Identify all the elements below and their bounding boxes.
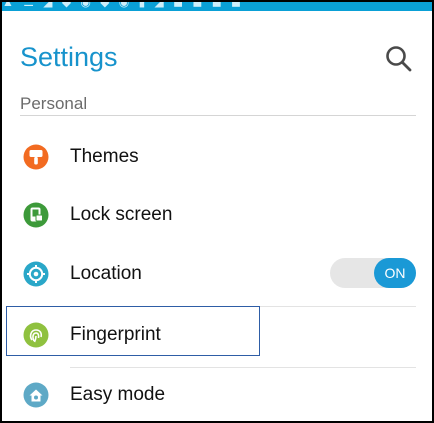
settings-screen: ▲ ☰ ◢ ◆ ◉ ◆ ◉ ▮ ◢ ◼ ◼ ◼ ◼ Settings Perso… <box>0 0 434 423</box>
settings-item-easy-mode[interactable]: Easy mode <box>2 368 432 421</box>
settings-item-label: Easy mode <box>70 384 166 405</box>
settings-item-location[interactable]: Location ON <box>2 247 432 307</box>
themes-icon <box>23 144 49 170</box>
location-toggle[interactable]: ON <box>330 258 416 288</box>
section-label: Personal <box>20 94 94 114</box>
selection-highlight-box <box>6 306 260 356</box>
settings-item-themes[interactable]: Themes <box>2 130 432 190</box>
page-title: Settings <box>20 42 118 72</box>
settings-item-label: Themes <box>70 146 139 167</box>
status-bar-icons: ▲ ☰ ◢ ◆ ◉ ◆ ◉ ▮ ◢ ◼ ◼ ◼ ◼ <box>2 2 244 9</box>
app-bar: Settings <box>2 30 432 86</box>
settings-item-label: Lock screen <box>70 204 173 225</box>
status-bar: ▲ ☰ ◢ ◆ ◉ ◆ ◉ ▮ ◢ ◼ ◼ ◼ ◼ <box>2 2 432 11</box>
settings-item-lock-screen[interactable]: Lock screen <box>2 188 432 248</box>
section-header-personal: Personal <box>20 94 416 122</box>
toggle-state: ON <box>374 258 416 288</box>
lock-screen-icon <box>23 202 49 228</box>
easy-mode-icon <box>23 382 49 408</box>
settings-item-label: Location <box>70 263 142 284</box>
location-icon <box>23 261 49 287</box>
search-icon[interactable] <box>382 42 416 76</box>
section-divider <box>20 115 416 116</box>
